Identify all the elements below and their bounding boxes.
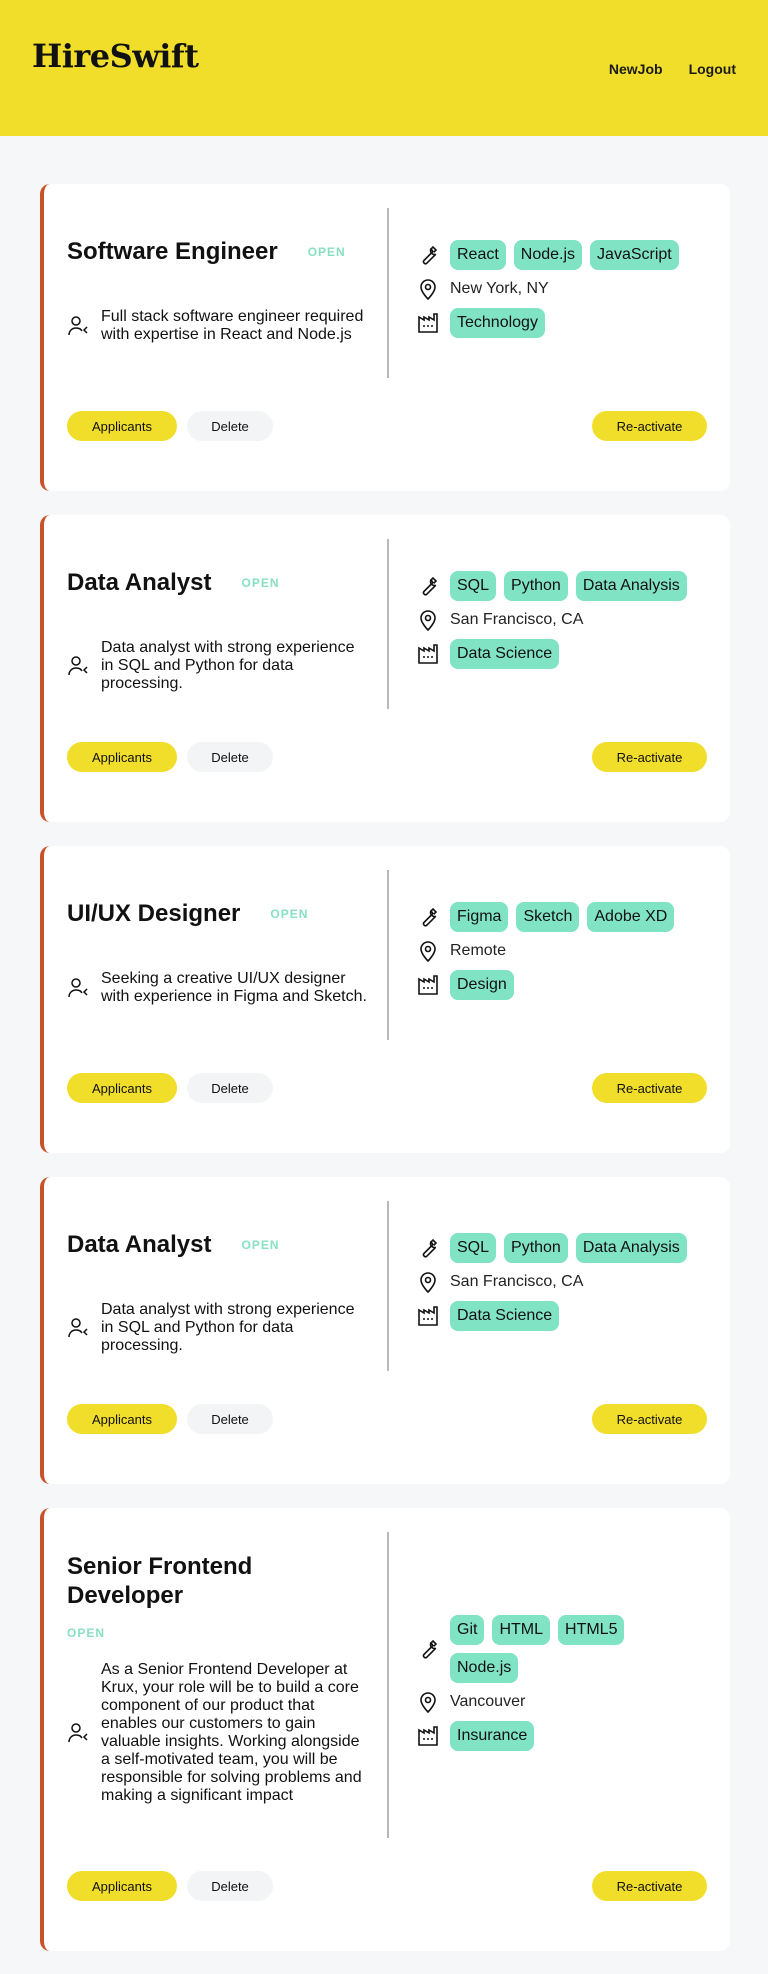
industry-tag: Data Science bbox=[450, 1301, 560, 1331]
top-header: HireSwift NewJob Logout bbox=[0, 0, 768, 136]
factory-icon bbox=[418, 1306, 438, 1326]
job-description: Data analyst with strong experience in S… bbox=[101, 1301, 355, 1354]
card-divider bbox=[387, 539, 389, 709]
location-pin-icon bbox=[420, 941, 436, 963]
job-description: As a Senior Frontend Developer at Krux, … bbox=[101, 1661, 362, 1804]
skill-tag: Sketch bbox=[516, 902, 580, 932]
factory-icon bbox=[418, 975, 438, 995]
skill-tag: Node.js bbox=[513, 240, 583, 270]
card-divider bbox=[387, 208, 389, 378]
location-pin-icon bbox=[420, 1692, 436, 1714]
location-pin-icon bbox=[420, 610, 436, 632]
wrench-icon bbox=[422, 245, 438, 265]
delete-button[interactable]: Delete bbox=[187, 1871, 273, 1901]
reactivate-button[interactable]: Re-activate bbox=[592, 1404, 707, 1434]
user-icon bbox=[68, 978, 88, 998]
skill-tag: HTML5 bbox=[558, 1615, 625, 1645]
job-location: San Francisco, CA bbox=[450, 1273, 584, 1290]
industry-tag: Technology bbox=[450, 308, 545, 338]
skill-tag: Adobe XD bbox=[587, 902, 675, 932]
location-pin-icon bbox=[420, 1272, 436, 1294]
skill-tag: Python bbox=[504, 1233, 568, 1263]
factory-icon bbox=[418, 313, 438, 333]
job-description: Full stack software engineer required wi… bbox=[101, 308, 364, 343]
job-title: Senior Frontend Developer bbox=[67, 1553, 253, 1609]
job-description: Data analyst with strong experience in S… bbox=[101, 639, 355, 692]
delete-button[interactable]: Delete bbox=[187, 1073, 273, 1103]
job-title: UI/UX Designer bbox=[67, 900, 241, 927]
skill-tag: Data Analysis bbox=[575, 1233, 687, 1263]
status-badge: OPEN bbox=[307, 244, 346, 259]
wrench-icon bbox=[422, 907, 438, 927]
user-icon bbox=[68, 656, 88, 676]
logo[interactable]: HireSwift bbox=[32, 37, 199, 75]
user-icon bbox=[68, 1318, 88, 1338]
industry-tag: Design bbox=[450, 970, 514, 1000]
user-icon bbox=[68, 316, 88, 336]
job-description: Seeking a creative UI/UX designer with e… bbox=[101, 970, 367, 1005]
job-location: New York, NY bbox=[450, 280, 549, 297]
location-pin-icon bbox=[420, 279, 436, 301]
industry-tag: Data Science bbox=[450, 639, 560, 669]
job-title: Data Analyst bbox=[67, 1231, 212, 1258]
reactivate-button[interactable]: Re-activate bbox=[592, 1073, 707, 1103]
applicants-button[interactable]: Applicants bbox=[67, 1073, 177, 1103]
status-badge: OPEN bbox=[270, 906, 309, 921]
skill-tag: Figma bbox=[450, 902, 509, 932]
nav-new-job-link[interactable]: NewJob bbox=[609, 61, 663, 77]
status-badge: OPEN bbox=[241, 575, 280, 590]
status-badge: OPEN bbox=[67, 1626, 106, 1640]
wrench-icon bbox=[422, 576, 438, 596]
status-badge: OPEN bbox=[241, 1237, 280, 1252]
skill-tag: Python bbox=[504, 571, 568, 601]
reactivate-button[interactable]: Re-activate bbox=[592, 411, 707, 441]
job-list: Software Engineer OPEN Full stack softwa… bbox=[0, 136, 768, 1951]
skill-tag: Git bbox=[450, 1615, 485, 1645]
applicants-button[interactable]: Applicants bbox=[67, 411, 177, 441]
applicants-button[interactable]: Applicants bbox=[67, 742, 177, 772]
job-card: Data Analyst OPEN Data analyst with stro… bbox=[40, 515, 730, 822]
factory-icon bbox=[418, 1726, 438, 1746]
delete-button[interactable]: Delete bbox=[187, 742, 273, 772]
reactivate-button[interactable]: Re-activate bbox=[592, 742, 707, 772]
card-divider bbox=[387, 1201, 389, 1371]
nav-logout-link[interactable]: Logout bbox=[689, 61, 736, 77]
job-title: Data Analyst bbox=[67, 569, 212, 596]
delete-button[interactable]: Delete bbox=[187, 1404, 273, 1434]
wrench-icon bbox=[422, 1639, 438, 1659]
card-divider bbox=[387, 1532, 389, 1838]
top-nav: NewJob Logout bbox=[609, 61, 736, 77]
applicants-button[interactable]: Applicants bbox=[67, 1871, 177, 1901]
skill-tag: Node.js bbox=[450, 1653, 519, 1683]
skill-tag: JavaScript bbox=[590, 240, 679, 270]
user-icon bbox=[68, 1723, 88, 1743]
job-card: Senior Frontend Developer OPEN As a Seni… bbox=[40, 1508, 730, 1951]
job-location: Vancouver bbox=[450, 1693, 526, 1710]
job-card: UI/UX Designer OPEN Seeking a creative U… bbox=[40, 846, 730, 1153]
wrench-icon bbox=[422, 1238, 438, 1258]
card-divider bbox=[387, 870, 389, 1040]
job-card: Data Analyst OPEN Data analyst with stro… bbox=[40, 1177, 730, 1484]
job-title: Software Engineer bbox=[67, 238, 278, 265]
skill-tag: HTML bbox=[492, 1615, 551, 1645]
skill-tag: Data Analysis bbox=[575, 571, 687, 601]
skill-tag: SQL bbox=[450, 571, 497, 601]
delete-button[interactable]: Delete bbox=[187, 411, 273, 441]
job-location: San Francisco, CA bbox=[450, 611, 584, 628]
job-card: Software Engineer OPEN Full stack softwa… bbox=[40, 184, 730, 491]
reactivate-button[interactable]: Re-activate bbox=[592, 1871, 707, 1901]
factory-icon bbox=[418, 644, 438, 664]
skill-tag: React bbox=[450, 240, 506, 270]
industry-tag: Insurance bbox=[450, 1721, 535, 1751]
job-location: Remote bbox=[450, 942, 507, 959]
skill-tag: SQL bbox=[450, 1233, 497, 1263]
applicants-button[interactable]: Applicants bbox=[67, 1404, 177, 1434]
